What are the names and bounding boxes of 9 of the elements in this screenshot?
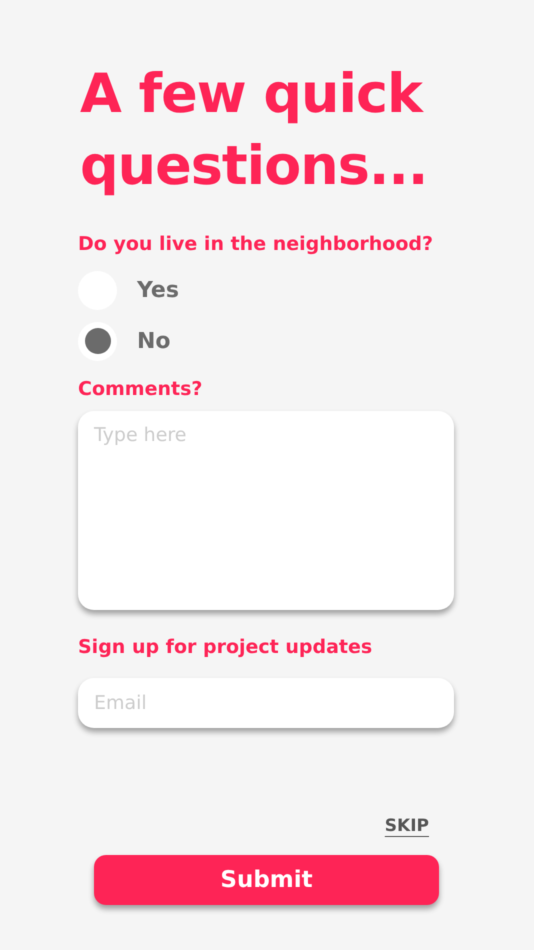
submit-button[interactable]: Submit xyxy=(94,855,439,905)
option-label[interactable]: Yes xyxy=(137,274,179,306)
radio-button[interactable] xyxy=(78,322,117,360)
signup-label: Sign up for project updates xyxy=(78,635,374,660)
page-title: A few quick questions... xyxy=(80,61,428,199)
comments-label: Comments? xyxy=(78,376,204,402)
skip-link[interactable]: SKIP xyxy=(384,814,429,839)
option-label[interactable]: No xyxy=(137,324,171,358)
question-label: Do you live in the neighborhood? xyxy=(78,232,434,257)
